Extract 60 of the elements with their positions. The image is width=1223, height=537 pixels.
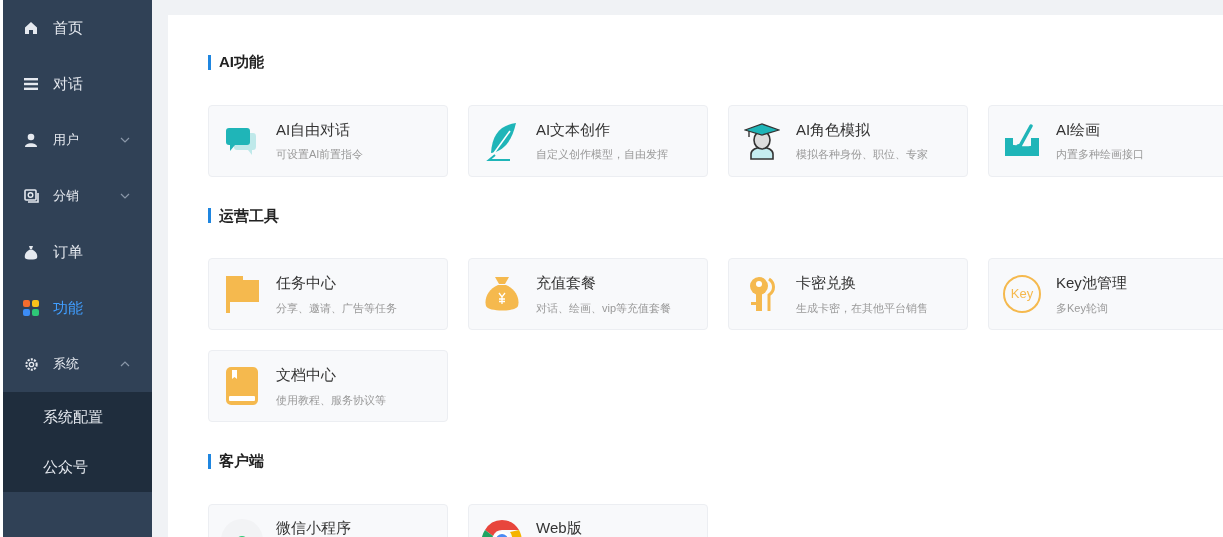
feature-card[interactable]: AI绘画 内置多种绘画接口 (988, 104, 1223, 177)
card-title: Key池管理 (1056, 273, 1127, 293)
card-title: AI文本创作 (536, 119, 612, 140)
section-heading: 运营工具 (219, 205, 279, 226)
card-description: 可设置AI前置指令 (276, 147, 364, 162)
book-icon (225, 366, 259, 406)
feature-card[interactable]: Web版 (468, 503, 708, 537)
card-title: 卡密兑换 (796, 273, 857, 293)
graduate-icon (744, 120, 780, 161)
card-title: 文档中心 (276, 365, 337, 385)
card-title: 充值套餐 (536, 273, 597, 293)
feature-card[interactable]: 充值套餐 对话、绘画、vip等充值套餐 (468, 258, 708, 330)
card-description: 自定义创作模型，自由发挥 (536, 147, 668, 162)
money-bag-icon (484, 275, 520, 313)
section-heading: AI功能 (219, 52, 264, 72)
card-title: Web版 (536, 517, 582, 537)
chevron-down-icon (120, 193, 130, 199)
card-title: 任务中心 (276, 273, 337, 293)
feature-card[interactable]: 任务中心 分享、邀请、广告等任务 (208, 258, 448, 330)
menu-icon (24, 78, 38, 90)
card-description: 多Key轮询 (1056, 300, 1109, 316)
sidebar-item[interactable]: 订单 (3, 224, 152, 280)
photo-frame-icon (23, 189, 39, 203)
card-title: 微信小程序 (276, 517, 351, 537)
sidebar-item[interactable]: 分销 (3, 168, 152, 224)
feature-card[interactable]: 文档中心 使用教程、服务协议等 (208, 350, 448, 422)
card-description: 模拟各种身份、职位、专家 (796, 147, 928, 162)
card-title: AI自由对话 (276, 119, 352, 140)
settings-icon (23, 356, 39, 372)
user-icon (24, 133, 38, 147)
feature-card[interactable]: AI文本创作 自定义创作模型，自由发挥 (468, 104, 708, 177)
feature-card[interactable]: 微信小程序 (208, 503, 448, 537)
grid-icon (23, 300, 39, 316)
sidebar-item[interactable]: 系统 (3, 336, 152, 392)
card-description: 对话、绘画、vip等充值套餐 (536, 300, 672, 316)
chevron-up-icon (120, 361, 130, 367)
submenu-item[interactable]: 公众号 (3, 442, 152, 492)
home-icon (24, 21, 38, 35)
feature-card[interactable]: AI自由对话 可设置AI前置指令 (208, 104, 448, 177)
feature-card[interactable]: 卡密兑换 生成卡密，在其他平台销售 (728, 258, 968, 330)
feature-card[interactable]: Key Key池管理 多Key轮询 (988, 258, 1223, 330)
card-description: 分享、邀请、广告等任务 (276, 300, 397, 316)
card-description: 内置多种绘画接口 (1056, 147, 1144, 162)
sidebar-item[interactable]: 功能 (3, 280, 152, 336)
feature-card[interactable]: AI角色模拟 模拟各种身份、职位、专家 (728, 104, 968, 177)
submenu-item[interactable]: 系统配置 (3, 392, 152, 442)
sidebar-item[interactable]: 首页 (3, 0, 152, 56)
section-heading: 客户端 (219, 451, 264, 471)
money-bag-icon (24, 244, 38, 260)
flag-icon (225, 274, 259, 314)
key-icon (747, 275, 777, 313)
card-title: AI绘画 (1056, 119, 1102, 140)
chevron-down-icon (120, 137, 130, 143)
key-badge: Key (1003, 275, 1041, 313)
sidebar-item[interactable]: 用户 (3, 112, 152, 168)
sidebar-item[interactable]: 对话 (3, 56, 152, 112)
card-title: AI角色模拟 (796, 119, 872, 140)
card-description: 使用教程、服务协议等 (276, 392, 386, 408)
card-description: 生成卡密，在其他平台销售 (796, 300, 928, 316)
feather-icon (486, 120, 518, 161)
